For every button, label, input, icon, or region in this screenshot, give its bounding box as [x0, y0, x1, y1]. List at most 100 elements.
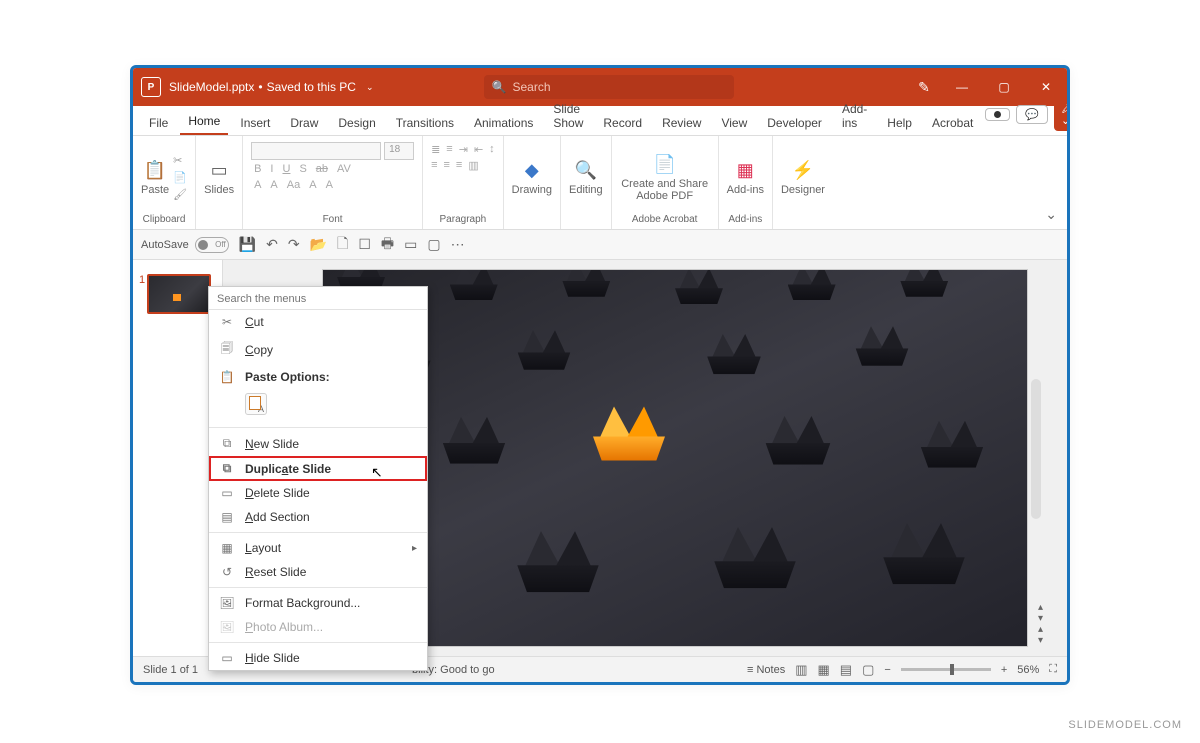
tab-view[interactable]: View [713, 110, 755, 135]
menu-delete-slide[interactable]: ▭Delete Slide [209, 481, 427, 505]
undo-icon[interactable]: ↶ [266, 236, 278, 253]
format-painter-icon[interactable]: 🖌 [173, 188, 187, 201]
zoom-out-icon[interactable]: − [884, 664, 890, 676]
fit-to-window-icon[interactable]: ⛶ [1049, 663, 1057, 676]
menu-layout[interactable]: ▦Layout▸ [209, 536, 427, 560]
create-pdf-button[interactable]: 📄Create and Share Adobe PDF [620, 152, 710, 202]
align-right-icon[interactable]: ≡ [456, 159, 462, 172]
tab-acrobat[interactable]: Acrobat [924, 110, 981, 135]
slide-counter[interactable]: Slide 1 of 1 [143, 664, 198, 676]
outdent-icon[interactable]: ⇤ [474, 143, 483, 156]
start-icon[interactable]: ▭ [404, 236, 417, 253]
paste-button[interactable]: 📋Paste [141, 158, 169, 196]
italic-button[interactable]: I [267, 162, 276, 176]
qat-more-icon[interactable]: ⋯ [451, 236, 465, 253]
highlight-button[interactable]: A [267, 178, 280, 192]
autosave-toggle[interactable]: AutoSaveOff [141, 237, 229, 253]
open-icon[interactable]: 📂 [310, 236, 327, 253]
font-size-input[interactable]: 18 [384, 142, 414, 160]
strike-button[interactable]: ab [313, 162, 331, 176]
sorter-view-icon[interactable]: ▦ [818, 662, 830, 678]
menu-duplicate-slide[interactable]: ⧉Duplicate Slide [209, 456, 427, 481]
save-icon[interactable]: 💾 [239, 236, 256, 253]
font-name-input[interactable] [251, 142, 381, 160]
slide-thumbnail[interactable] [147, 274, 211, 314]
minimize-button[interactable]: — [941, 68, 983, 106]
drawing-button[interactable]: ◆Drawing [512, 158, 552, 196]
tab-draw[interactable]: Draw [282, 110, 326, 135]
menu-copy[interactable]: 🗐Copy [209, 334, 427, 365]
align-center-icon[interactable]: ≡ [444, 159, 450, 172]
tab-review[interactable]: Review [654, 110, 709, 135]
redo-icon[interactable]: ↷ [288, 236, 300, 253]
menu-hide-slide[interactable]: ▭Hide Slide [209, 646, 427, 670]
app-icon: P [141, 77, 161, 97]
share-button[interactable]: 🖊 ⌄ [1054, 97, 1070, 131]
numbering-icon[interactable]: ≡ [446, 143, 452, 156]
tab-slideshow[interactable]: Slide Show [545, 96, 591, 135]
spacing-button[interactable]: AV [334, 162, 354, 176]
camera-button[interactable] [985, 108, 1010, 121]
underline-button[interactable]: U [279, 162, 293, 176]
designer-button[interactable]: ⚡Designer [781, 158, 825, 196]
search-input[interactable]: 🔍 Search [484, 75, 734, 99]
bold-button[interactable]: B [251, 162, 264, 176]
bullets-icon[interactable]: ≣ [431, 143, 440, 156]
tab-home[interactable]: Home [180, 108, 228, 135]
menu-search[interactable] [209, 287, 427, 310]
window-title[interactable]: SlideModel.pptx • Saved to this PC ⌄ [169, 80, 374, 94]
linespacing-icon[interactable]: ↕ [489, 143, 495, 156]
indent-icon[interactable]: ⇥ [459, 143, 468, 156]
shrink-font-button[interactable]: A [323, 178, 336, 192]
tab-animations[interactable]: Animations [466, 110, 541, 135]
menu-cut[interactable]: ✂Cut [209, 310, 427, 334]
tab-file[interactable]: File [141, 110, 176, 135]
present-icon[interactable]: ▢ [427, 236, 440, 253]
align-left-icon[interactable]: ≡ [431, 159, 437, 172]
case-button[interactable]: Aa [284, 178, 303, 192]
copy-icon[interactable]: 📄 [173, 171, 187, 184]
paste-option-keep[interactable] [209, 389, 427, 424]
notes-button[interactable]: ≡ Notes [747, 664, 785, 676]
normal-view-icon[interactable]: ▥ [795, 662, 807, 678]
font-color-button[interactable]: A [251, 178, 264, 192]
copy-icon: 🗐 [219, 339, 235, 360]
cut-icon[interactable]: ✂ [173, 154, 187, 167]
group-paragraph: ≣≡⇥⇤↕ ≡≡≡▥ Paragraph [423, 136, 504, 229]
menu-paste-options: 📋Paste Options: [209, 365, 427, 389]
zoom-in-icon[interactable]: + [1001, 664, 1007, 676]
reading-view-icon[interactable]: ▤ [840, 662, 852, 678]
grow-font-button[interactable]: A [306, 178, 319, 192]
zoom-level[interactable]: 56% [1017, 664, 1039, 676]
new-icon[interactable]: 🗋 [337, 233, 348, 257]
menu-reset-slide[interactable]: ↺Reset Slide [209, 560, 427, 584]
vertical-scrollbar[interactable] [1031, 379, 1041, 519]
columns-icon[interactable]: ▥ [468, 159, 478, 172]
comments-button[interactable]: 💬 [1016, 105, 1048, 124]
tab-addins[interactable]: Add-ins [834, 96, 875, 135]
mic-icon[interactable]: ✎ [907, 68, 941, 106]
tab-record[interactable]: Record [595, 110, 650, 135]
tab-developer[interactable]: Developer [759, 110, 830, 135]
tab-design[interactable]: Design [330, 110, 383, 135]
shadow-button[interactable]: S [296, 162, 309, 176]
slide-canvas[interactable] [323, 270, 1027, 646]
group-font: 18 B I U S ab AV A A Aa A A Font [243, 136, 423, 229]
collapse-ribbon-icon[interactable]: ⌄ [1035, 200, 1067, 229]
tab-insert[interactable]: Insert [232, 110, 278, 135]
zoom-slider[interactable] [901, 668, 991, 671]
touch-icon[interactable]: ☐ [358, 236, 371, 253]
slideshow-view-icon[interactable]: ▢ [862, 662, 874, 678]
slides-button[interactable]: ▭Slides [204, 158, 234, 196]
menu-search-input[interactable] [217, 293, 419, 305]
tab-transitions[interactable]: Transitions [388, 110, 462, 135]
addins-button[interactable]: ▦Add-ins [727, 158, 764, 196]
menu-format-background[interactable]: 🖼Format Background... [209, 591, 427, 615]
slide-nav-arrows[interactable]: ▴▾▴▾ [1038, 602, 1043, 646]
menu-add-section[interactable]: ▤Add Section [209, 505, 427, 529]
menu-new-slide[interactable]: ⧉New Slide [209, 431, 427, 456]
title-dropdown-icon[interactable]: ⌄ [366, 82, 374, 93]
editing-button[interactable]: 🔍Editing [569, 158, 603, 196]
print-icon[interactable]: 🖶 [381, 233, 394, 257]
tab-help[interactable]: Help [879, 110, 920, 135]
